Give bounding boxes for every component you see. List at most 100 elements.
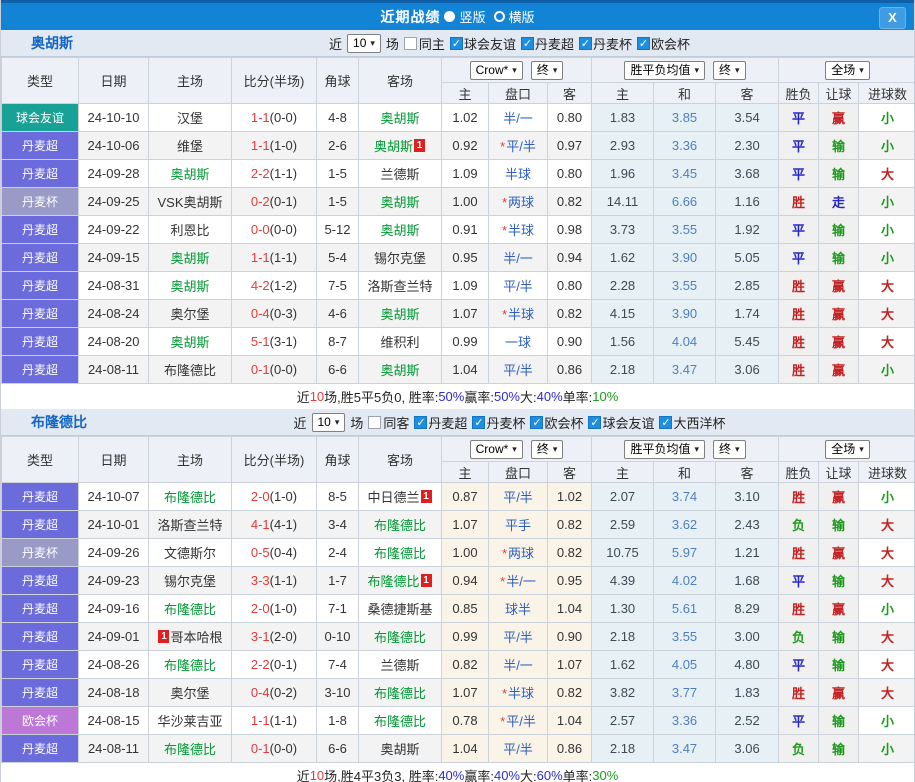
close-button[interactable]: X (879, 7, 906, 29)
fulltime-score: 0-4 (250, 306, 270, 321)
halftime-score: (4-1) (269, 517, 298, 532)
mean-draw: 6.66 (653, 187, 717, 216)
league-label: 丹麦超 (534, 36, 574, 52)
handicap-result: 赢 (818, 355, 860, 384)
summary-segment: 40% (493, 768, 520, 782)
mean-time-select[interactable]: 终 ▾ (713, 60, 746, 80)
bookmaker-select[interactable]: Crow* ▾ (469, 439, 523, 459)
fulltime-score: 1-1 (250, 250, 270, 265)
league-checkbox[interactable]: ✓ 丹麦超 (414, 413, 467, 432)
league-label: 大西洋杯 (673, 415, 726, 431)
mean-draw: 3.90 (653, 243, 717, 272)
odds-home: 1.02 (441, 103, 489, 132)
handicap-result: 输 (818, 706, 860, 735)
handicap-result: 赢 (818, 594, 860, 623)
mean-time-select[interactable]: 终 ▾ (713, 439, 746, 459)
col-header-score: 比分(半场) (231, 436, 317, 483)
away-team: 布隆德比 (358, 510, 442, 539)
team-name-text: 文德斯尔 (163, 546, 216, 561)
team-name-text: 洛斯查兰特 (157, 518, 223, 533)
corners: 2-4 (316, 538, 359, 567)
star-mark: * (501, 307, 508, 322)
result: 平 (778, 706, 820, 735)
halftime-score: (1-1) (269, 250, 298, 265)
score: 0-1(0-0) (231, 734, 317, 763)
handicap-result: 走 (818, 187, 860, 216)
league-checkbox[interactable]: ✓ 欧会杯 (530, 413, 583, 432)
summary-segment: 10 (309, 389, 325, 404)
halftime-score: (1-1) (269, 573, 298, 588)
league-checkbox[interactable]: ✓ 丹麦超 (520, 34, 574, 53)
radio-vertical-layout[interactable]: 竖版 (444, 7, 486, 26)
mean-draw: 3.74 (653, 482, 717, 511)
team-name-text: 奥胡斯 (380, 363, 420, 378)
odds-time-select[interactable]: 终 ▾ (530, 439, 564, 459)
league-checkbox[interactable]: ✓ 大西洋杯 (659, 413, 726, 432)
same-home-checkbox[interactable]: 同主 (403, 34, 445, 53)
goals-total: 大 (858, 538, 914, 567)
fulltime-score: 0-4 (250, 685, 270, 700)
team-name-text: 奥胡斯 (170, 279, 210, 294)
league-checkbox[interactable]: ✓ 球会友谊 (588, 413, 654, 432)
odds-home: 0.99 (441, 327, 489, 356)
odds-home: 1.09 (441, 159, 489, 188)
fullmatch-select[interactable]: 全场 ▾ (825, 60, 870, 80)
col-header-type: 类型 (1, 436, 79, 483)
type-badge: 丹麦超 (1, 734, 79, 763)
odds-home: 0.95 (441, 243, 489, 272)
away-team: 兰德斯 (358, 650, 442, 679)
radio-horizontal-label: 横版 (508, 10, 535, 25)
chevron-down-icon: ▾ (334, 416, 340, 427)
odds-home: 1.04 (441, 355, 489, 384)
mean-away: 1.74 (715, 299, 780, 328)
checkbox-checked-icon: ✓ (588, 415, 602, 429)
mean-type-select[interactable]: 胜平负均值 ▾ (624, 60, 706, 80)
home-team: 汉堡 (148, 103, 232, 132)
league-checkbox[interactable]: ✓ 球会友谊 (449, 34, 516, 53)
near-label: 近 (293, 415, 307, 431)
team-name-text: 布隆德比 (163, 742, 216, 757)
away-team: 洛斯查兰特 (358, 271, 442, 300)
league-checkbox[interactable]: ✓ 丹麦杯 (472, 413, 525, 432)
mean-type-select[interactable]: 胜平负均值 ▾ (624, 439, 706, 459)
corners: 8-5 (316, 482, 359, 511)
odds-away: 0.86 (546, 355, 593, 384)
chevron-down-icon: ▾ (694, 443, 700, 454)
same-away-checkbox[interactable]: 同客 (368, 413, 409, 432)
league-checkbox[interactable]: ✓ 丹麦杯 (578, 34, 632, 53)
match-row: 丹麦超 24-10-01 洛斯查兰特 4-1(4-1) 3-4 布隆德比 1.07 平手 0.8… (1, 510, 914, 539)
result: 平 (778, 566, 820, 595)
handicap-text: 球半 (504, 602, 531, 617)
handicap-result: 赢 (818, 538, 860, 567)
bookmaker-select[interactable]: Crow* ▾ (469, 60, 523, 80)
corners: 6-6 (316, 734, 359, 763)
fulltime-score: 3-1 (250, 629, 270, 644)
team-name: 布隆德比 (31, 414, 87, 430)
league-checkbox[interactable]: ✓ 欧会杯 (636, 34, 690, 53)
fullmatch-select[interactable]: 全场 ▾ (825, 439, 870, 459)
subheader-goals: 进球数 (858, 82, 914, 104)
subheader-odds-away: 客 (546, 461, 593, 483)
result: 负 (778, 510, 820, 539)
team-name-text: 维堡 (176, 139, 203, 154)
corners: 1-5 (316, 159, 359, 188)
odds-away: 0.95 (546, 566, 593, 595)
mean-home: 14.11 (591, 187, 655, 216)
odds-handicap: 平手 (488, 510, 548, 539)
chevron-down-icon: ▾ (370, 37, 375, 48)
team-name-text: 兰德斯 (380, 658, 420, 673)
col-header-date: 日期 (78, 436, 149, 483)
match-count-select[interactable]: 10 ▾ (347, 33, 381, 53)
handicap-text: 半/一 (503, 658, 533, 673)
score: 0-0(0-0) (231, 215, 317, 244)
mean-draw: 3.90 (653, 299, 717, 328)
corners: 4-6 (316, 299, 359, 328)
type-badge: 丹麦超 (1, 355, 79, 384)
checkbox-checked-icon: ✓ (578, 36, 592, 50)
match-count-select[interactable]: 10 ▾ (311, 412, 346, 432)
radio-horizontal-layout[interactable]: 横版 (493, 7, 535, 26)
odds-time-select[interactable]: 终 ▾ (530, 60, 564, 80)
odds-away: 0.82 (546, 299, 593, 328)
odds-home: 0.82 (441, 650, 489, 679)
away-team: 桑德捷斯基 (358, 594, 442, 623)
